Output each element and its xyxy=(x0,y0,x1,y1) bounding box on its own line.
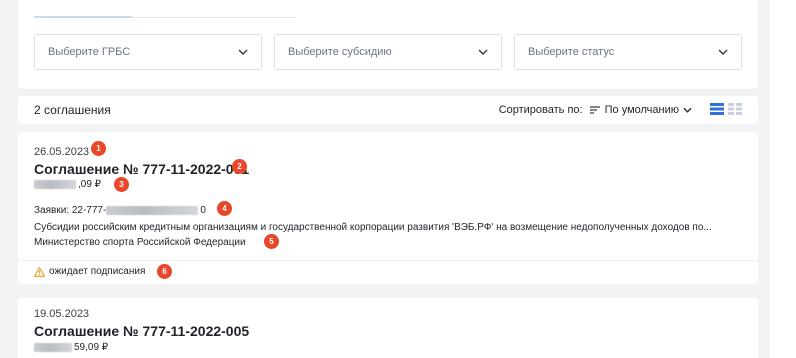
grbs-select-placeholder: Выберите ГРБС xyxy=(48,46,131,58)
chevron-down-icon xyxy=(717,46,729,58)
agreement-title[interactable]: Соглашение № 777-11-2022-005 xyxy=(34,323,249,339)
annotation-marker: 5 xyxy=(264,234,279,249)
annotation-marker: 6 xyxy=(157,264,172,279)
redacted-application-number xyxy=(106,206,199,215)
agreement-amount: 59,09 ₽ xyxy=(34,342,108,353)
status-select[interactable]: Выберите статус xyxy=(514,34,742,70)
annotation-marker: 2 xyxy=(232,159,247,174)
subsidy-select-placeholder: Выберите субсидию xyxy=(288,46,392,58)
annotation-marker: 3 xyxy=(114,177,129,192)
amount-suffix: ,09 ₽ xyxy=(78,179,102,190)
applications-suffix: 0 xyxy=(200,205,206,216)
chevron-down-icon xyxy=(683,104,692,116)
applications-prefix: Заявки: 22-777- xyxy=(34,205,107,216)
card-divider xyxy=(18,260,758,261)
sort-control[interactable]: Сортировать по: По умолчанию xyxy=(499,104,692,116)
chevron-down-icon xyxy=(477,46,489,58)
sort-lines-icon xyxy=(589,106,600,114)
agreement-status: ожидает подписания xyxy=(34,266,145,277)
agreement-card[interactable]: 19.05.2023 Соглашение № 777-11-2022-005 … xyxy=(18,298,758,358)
view-toggle xyxy=(710,102,742,118)
redacted-amount xyxy=(34,180,76,189)
agreement-applications: Заявки: 22-777- 0 xyxy=(34,205,206,216)
agreement-description: Субсидии российским кредитным организаци… xyxy=(34,222,712,233)
grbs-select[interactable]: Выберите ГРБС xyxy=(34,34,262,70)
grid-view-icon[interactable] xyxy=(728,102,742,118)
warning-triangle-icon xyxy=(34,266,45,277)
status-select-placeholder: Выберите статус xyxy=(528,46,615,58)
agreement-ministry: Министерство спорта Российской Федерации xyxy=(34,237,246,248)
status-label: ожидает подписания xyxy=(49,266,146,277)
annotation-marker: 1 xyxy=(91,141,106,156)
right-panel-edge xyxy=(770,0,796,358)
agreement-card[interactable]: 26.05.2023 Соглашение № 777-11-2022-001 … xyxy=(18,132,758,284)
agreement-date: 19.05.2023 xyxy=(34,308,90,320)
annotation-marker: 4 xyxy=(217,201,232,216)
agreement-amount: ,09 ₽ xyxy=(34,179,101,190)
sort-label: Сортировать по: xyxy=(498,104,583,116)
amount-suffix: 59,09 ₽ xyxy=(74,342,109,353)
chevron-down-icon xyxy=(237,46,249,58)
agreement-date: 26.05.2023 xyxy=(34,146,90,158)
filters-panel: Выберите ГРБС Выберите субсидию Выберите… xyxy=(18,0,758,89)
redacted-amount xyxy=(34,343,72,352)
agreements-count: 2 соглашения xyxy=(34,103,111,117)
active-tab-indicator xyxy=(34,16,132,18)
sort-value: По умолчанию xyxy=(604,104,679,116)
agreement-title[interactable]: Соглашение № 777-11-2022-001 xyxy=(34,161,249,177)
list-header: 2 соглашения Сортировать по: По умолчани… xyxy=(18,96,758,124)
tabs-underline xyxy=(34,16,296,18)
list-view-icon[interactable] xyxy=(710,102,724,118)
subsidy-select[interactable]: Выберите субсидию xyxy=(274,34,502,70)
